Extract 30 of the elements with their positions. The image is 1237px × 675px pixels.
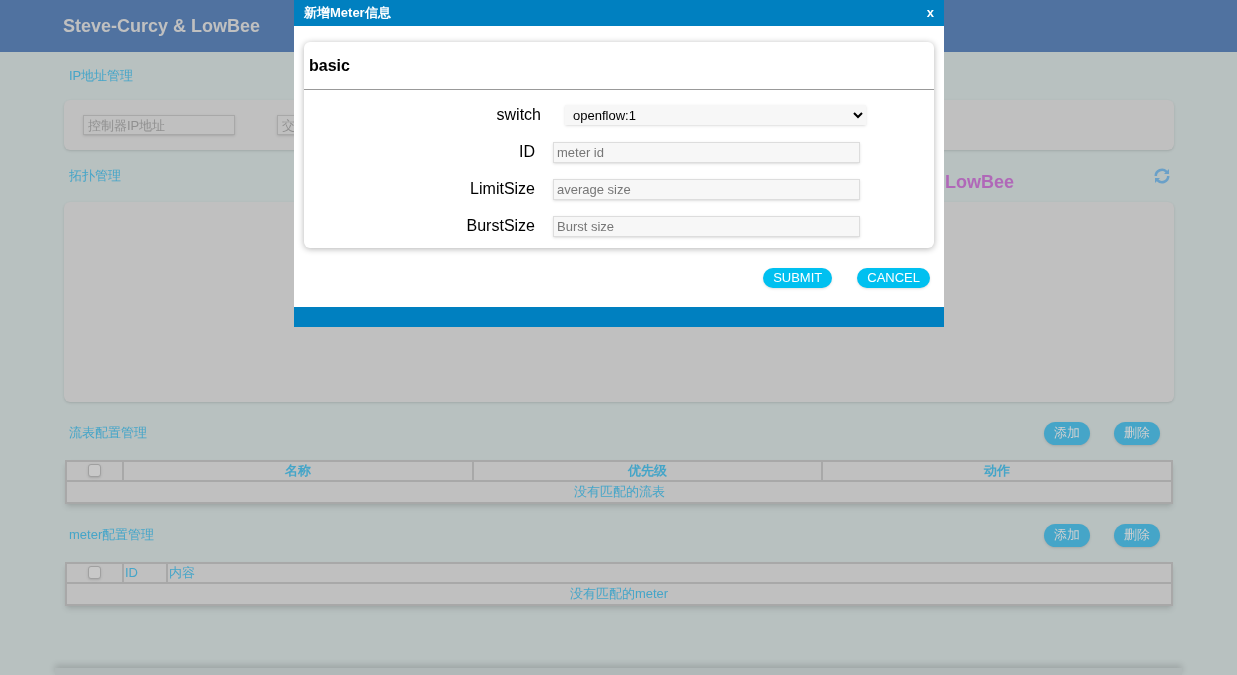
empty-table-message: 没有匹配的流表 <box>573 483 665 502</box>
refresh-icon[interactable] <box>1154 167 1170 185</box>
checkbox[interactable] <box>88 464 101 477</box>
graph-title: LowBee <box>945 170 1014 194</box>
site-title: Steve-Curcy & LowBee <box>63 14 261 38</box>
dialog-button[interactable]: CANCEL <box>857 267 930 288</box>
table-header-cell-text: 内容 <box>168 564 196 582</box>
action-button[interactable]: 删除 <box>1114 523 1160 547</box>
section-title: meter配置管理 <box>69 526 155 545</box>
section-title: 流表配置管理 <box>69 424 147 443</box>
action-button[interactable]: 添加 <box>1044 421 1090 445</box>
field-label: switch <box>495 105 541 125</box>
close-button[interactable]: x <box>926 3 934 23</box>
field-label: LimitSize <box>469 179 535 199</box>
field-label: BurstSize <box>465 216 535 236</box>
dialog-title: 新增Meter信息 <box>304 4 391 23</box>
table-header-cell-text: 动作 <box>983 462 1012 480</box>
section-title: IP地址管理 <box>69 67 134 86</box>
action-button[interactable]: 删除 <box>1114 421 1160 445</box>
empty-table-message: 没有匹配的meter <box>569 585 669 604</box>
action-button[interactable]: 添加 <box>1044 523 1090 547</box>
section-title: 拓扑管理 <box>69 167 121 186</box>
checkbox[interactable] <box>88 566 101 579</box>
dialog-button[interactable]: SUBMIT <box>763 267 833 288</box>
field-label: ID <box>518 142 535 162</box>
table-header-cell: 优先级 <box>473 462 824 480</box>
card-title: basic <box>309 55 350 76</box>
table-header-cell: 名称 <box>124 462 474 480</box>
switch-select[interactable]: openflow:1 <box>565 105 866 125</box>
table-header-cell: ID <box>124 564 168 582</box>
